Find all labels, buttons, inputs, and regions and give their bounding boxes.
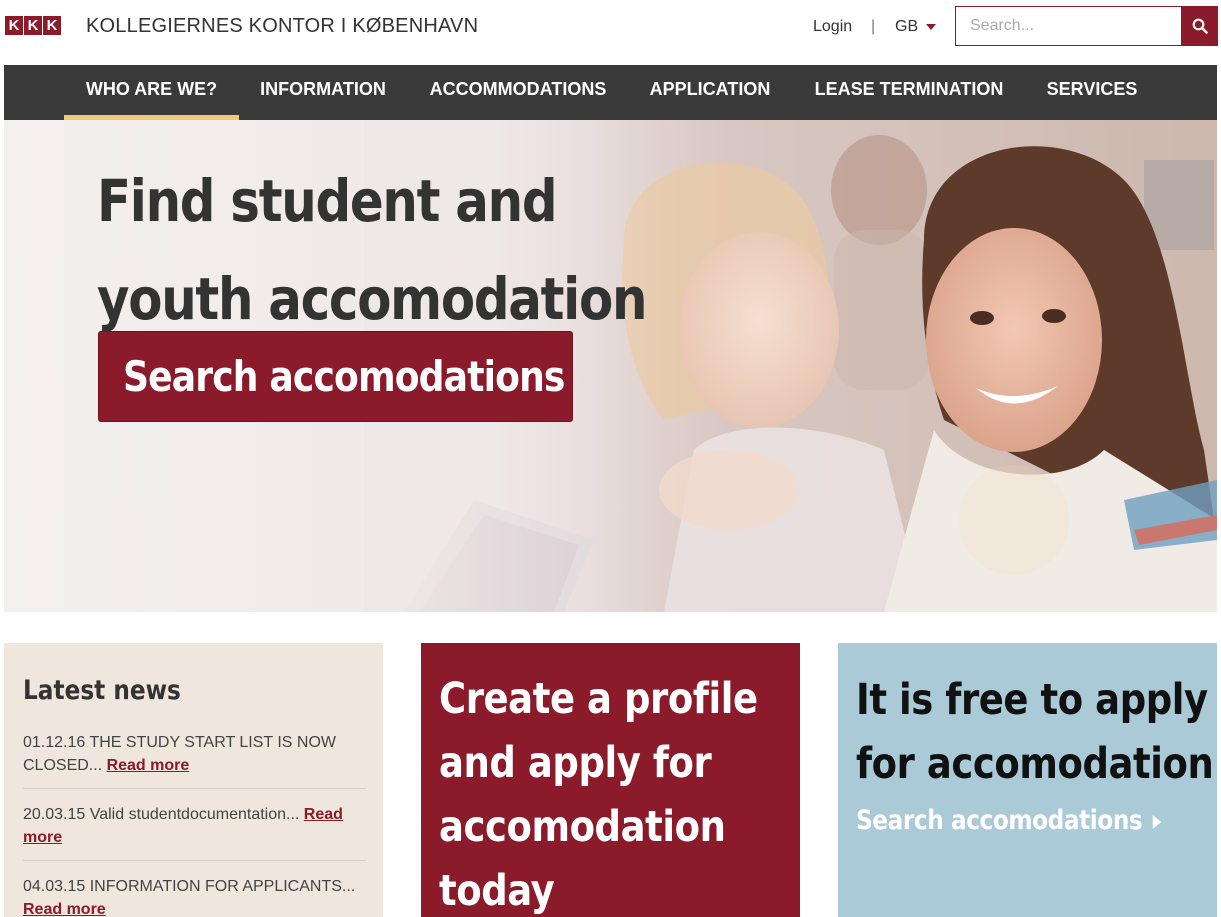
hero-title-line-2: youth accomodation [97, 265, 647, 333]
create-profile-text: Create a profile and apply for accomodat… [439, 674, 758, 916]
nav-item-lease-termination[interactable]: LEASE TERMINATION [791, 65, 1027, 120]
latest-news-heading: Latest news [23, 675, 181, 706]
hero-title-line-1: Find student and [97, 167, 558, 235]
search-accomodations-link-label: Search accomodations [856, 805, 1143, 836]
create-profile-tile[interactable]: Create a profile and apply for accomodat… [421, 643, 800, 917]
search-accomodations-button-label: Search accomodations [123, 352, 565, 401]
search-button[interactable] [1182, 6, 1218, 46]
language-selector[interactable]: GB [895, 17, 918, 37]
login-link[interactable]: Login [813, 17, 852, 37]
hero-title: Find student and youth accomodation [97, 152, 647, 348]
search-icon [1192, 18, 1208, 34]
news-item: 04.03.15 INFORMATION FOR APPLICANTS... R… [23, 875, 366, 917]
nav-item-information[interactable]: INFORMATION [239, 65, 407, 120]
free-to-apply-text: It is free to apply for accomodation [856, 675, 1214, 789]
search-accomodations-link[interactable]: Search accomodations [856, 803, 1162, 839]
search-accomodations-button[interactable]: Search accomodations [98, 331, 573, 422]
header-separator: | [871, 18, 876, 35]
search-input[interactable] [955, 6, 1182, 46]
triangle-right-icon [1152, 814, 1162, 829]
site-name[interactable]: KOLLEGIERNES KONTOR I KØBENHAVN [86, 14, 478, 38]
caret-down-icon[interactable] [926, 24, 936, 30]
kkik-logo[interactable]: K K K [5, 16, 62, 35]
news-item: 20.03.15 Valid studentdocumentation... R… [23, 803, 366, 861]
logo-letter: K [24, 16, 42, 35]
nav-item-application[interactable]: APPLICATION [629, 65, 791, 120]
read-more-link[interactable]: Read more [107, 757, 190, 774]
logo-letter: K [43, 16, 61, 35]
nav-item-who-are-we[interactable]: WHO ARE WE? [64, 65, 239, 120]
logo-letter: K [5, 16, 23, 35]
nav-item-services[interactable]: SERVICES [1027, 65, 1157, 120]
free-to-apply-tile: It is free to apply for accomodation Sea… [838, 643, 1217, 917]
read-more-link[interactable]: Read more [23, 901, 106, 917]
nav-item-accommodations[interactable]: ACCOMMODATIONS [407, 65, 629, 120]
top-header: K K K KOLLEGIERNES KONTOR I KØBENHAVN Lo… [0, 0, 1221, 62]
news-item: 01.12.16 THE STUDY START LIST IS NOW CLO… [23, 731, 366, 789]
hero-banner: Find student and youth accomodation Sear… [4, 120, 1217, 612]
main-navigation: WHO ARE WE? INFORMATION ACCOMMODATIONS A… [4, 65, 1217, 120]
latest-news-tile: Latest news 01.12.16 THE STUDY START LIS… [4, 643, 383, 917]
news-item-text: 20.03.15 Valid studentdocumentation... [23, 806, 304, 823]
news-item-text: 04.03.15 INFORMATION FOR APPLICANTS... [23, 878, 356, 895]
